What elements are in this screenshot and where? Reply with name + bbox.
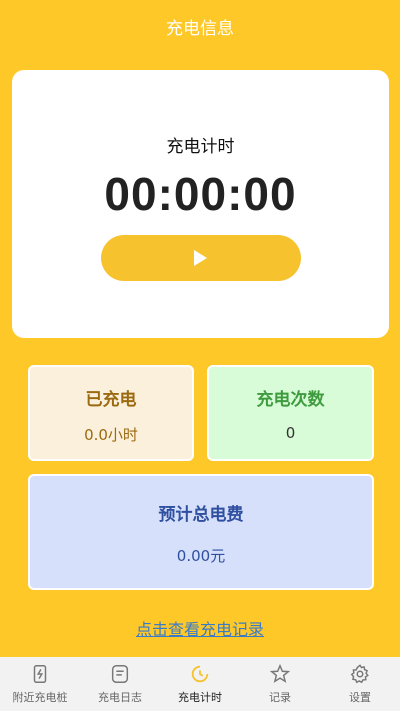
timer-label: 充电计时 bbox=[166, 137, 235, 157]
charged-card: 已充电 0.0小时 bbox=[28, 365, 194, 461]
view-records-link[interactable]: 点击查看充电记录 bbox=[0, 616, 400, 640]
fee-title: 预计总电费 bbox=[158, 505, 244, 525]
charge-count-value: 0 bbox=[285, 424, 296, 442]
star-icon bbox=[269, 663, 291, 683]
tab-label: 记录 bbox=[269, 691, 291, 704]
tab-label: 设置 bbox=[349, 691, 371, 704]
charged-value: 0.0小时 bbox=[84, 426, 138, 444]
tab-label: 充电计时 bbox=[178, 691, 222, 704]
page-title: 充电信息 bbox=[166, 18, 234, 39]
fee-value: 0.00元 bbox=[176, 547, 226, 565]
charge-count-card: 充电次数 0 bbox=[207, 365, 374, 461]
timer-card: 充电计时 00:00:00 bbox=[12, 70, 389, 338]
charging-pile-icon bbox=[33, 665, 47, 683]
log-icon bbox=[111, 665, 129, 683]
tab-records[interactable]: 记录 bbox=[240, 657, 320, 711]
tab-label: 附近充电桩 bbox=[12, 691, 68, 704]
tab-charge-log[interactable]: 充电日志 bbox=[80, 657, 160, 711]
gear-icon bbox=[350, 664, 369, 684]
start-button[interactable] bbox=[100, 235, 301, 281]
fee-card: 预计总电费 0.00元 bbox=[28, 474, 374, 590]
charge-count-title: 充电次数 bbox=[256, 390, 325, 410]
tab-settings[interactable]: 设置 bbox=[320, 657, 400, 711]
timer-value: 00:00:00 bbox=[104, 168, 297, 220]
tab-label: 充电日志 bbox=[98, 691, 142, 704]
charged-title: 已充电 bbox=[85, 390, 137, 410]
play-icon bbox=[194, 250, 207, 266]
page-header: 充电信息 bbox=[0, 0, 400, 52]
tab-nearby-chargers[interactable]: 附近充电桩 bbox=[0, 657, 80, 711]
bottom-tab-bar: 附近充电桩 充电日志 充电计时 记录 设置 bbox=[0, 657, 400, 711]
timer-icon bbox=[191, 665, 209, 683]
tab-charge-timer[interactable]: 充电计时 bbox=[160, 657, 240, 711]
